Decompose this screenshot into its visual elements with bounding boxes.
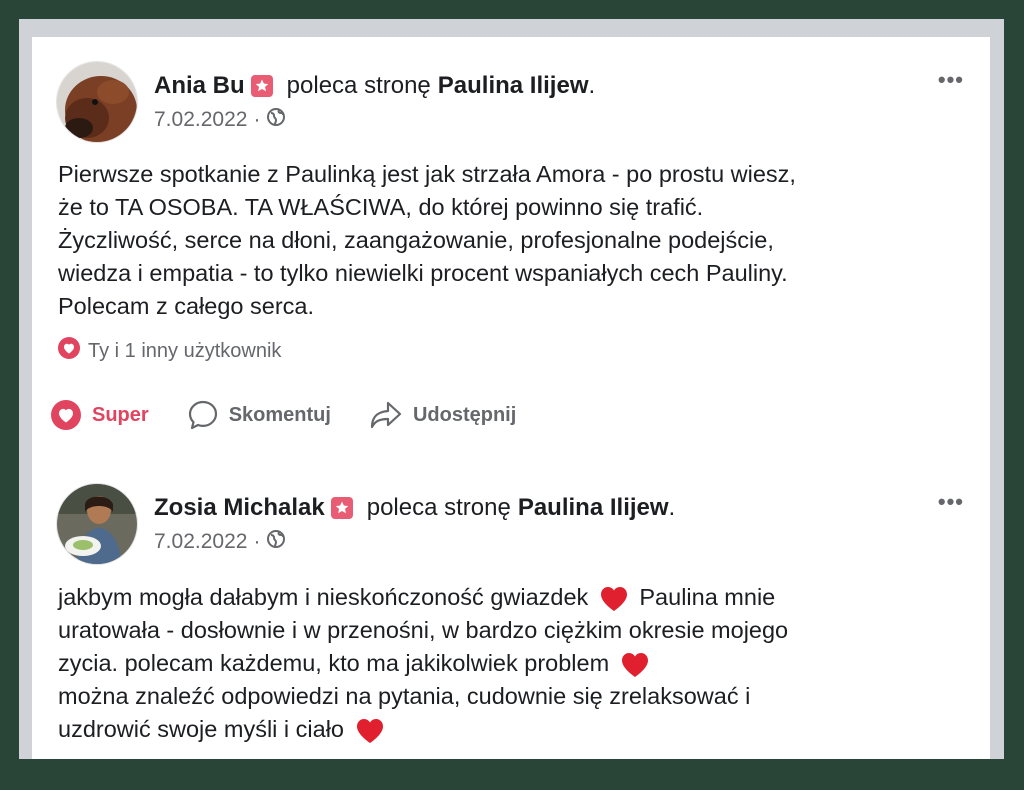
post-line: uzdrowić swoje myśli i ciało	[58, 713, 968, 746]
post-header: Zosia Michalak poleca stronę Paulina Ili…	[154, 494, 675, 522]
globe-icon	[266, 529, 286, 555]
comment-label: Skomentuj	[228, 403, 331, 426]
post-card: Zosia Michalak poleca stronę Paulina Ili…	[32, 459, 990, 759]
share-label: Udostępnij	[412, 403, 517, 426]
page-name[interactable]: Paulina Ilijew	[438, 72, 589, 100]
meta-separator: ·	[253, 108, 261, 131]
post-line: że to TA OSOBA. TA WŁAŚCIWA, do której p…	[58, 194, 704, 220]
post-line-segment: jakbym mogła dałabym i nieskończoność gw…	[58, 584, 589, 610]
recommend-star-icon	[330, 497, 353, 519]
reactions-summary[interactable]: Ty i 1 inny użytkownik	[58, 337, 281, 365]
screenshot-frame: Ania Bu poleca stronę Paulina Ilijew. 7.…	[19, 19, 1004, 759]
post-meta: 7.02.2022 ·	[154, 529, 286, 555]
avatar[interactable]	[56, 483, 138, 565]
page-name[interactable]: Paulina Ilijew	[518, 494, 669, 522]
post-line: jakbym mogła dałabym i nieskończoność gw…	[58, 581, 968, 614]
more-options-icon[interactable]: •••	[938, 489, 964, 515]
post-line: uratowała - dosłownie i w przenośni, w b…	[58, 617, 789, 643]
header-period: .	[668, 494, 676, 521]
avatar[interactable]	[56, 61, 138, 143]
post-line: Życzliwość, serce na dłoni, zaangażowani…	[58, 227, 774, 253]
post-date[interactable]: 7.02.2022	[154, 530, 247, 554]
post-date[interactable]: 7.02.2022	[154, 108, 247, 132]
post-text: Pierwsze spotkanie z Paulinką jest jak s…	[58, 158, 968, 323]
red-heart-emoji-icon	[600, 586, 627, 611]
post-line-segment: zycia. polecam każdemu, kto ma jakikolwi…	[58, 650, 610, 676]
action-text: poleca stronę	[286, 72, 431, 99]
post-line: Polecam z całego serca.	[58, 293, 315, 319]
love-reaction-icon	[58, 337, 80, 365]
heart-icon	[51, 400, 81, 430]
action-text: poleca stronę	[366, 494, 511, 521]
post-actions: Super Skomentuj Udostępnij	[50, 399, 554, 431]
red-heart-emoji-icon	[356, 718, 383, 743]
post-text: jakbym mogła dałabym i nieskończoność gw…	[58, 581, 968, 746]
post-line: można znaleźć odpowiedzi na pytania, cud…	[58, 683, 751, 709]
post-line-segment: uzdrowić swoje myśli i ciało	[58, 716, 344, 742]
share-icon	[370, 401, 402, 429]
post-card: Ania Bu poleca stronę Paulina Ilijew. 7.…	[32, 37, 990, 461]
globe-icon	[266, 107, 286, 133]
post-header: Ania Bu poleca stronę Paulina Ilijew.	[154, 72, 595, 100]
post-line: zycia. polecam każdemu, kto ma jakikolwi…	[58, 647, 968, 680]
recommend-star-icon	[250, 75, 273, 97]
header-period: .	[588, 72, 596, 99]
more-options-icon[interactable]: •••	[938, 67, 964, 93]
red-heart-emoji-icon	[621, 652, 648, 677]
post-line: Pierwsze spotkanie z Paulinką jest jak s…	[58, 161, 796, 187]
meta-separator: ·	[253, 530, 261, 553]
author-name[interactable]: Ania Bu	[154, 72, 245, 100]
super-label: Super	[92, 403, 149, 426]
reactions-text: Ty i 1 inny użytkownik	[88, 339, 282, 362]
comment-button[interactable]: Skomentuj	[187, 399, 331, 431]
comment-icon	[188, 400, 217, 430]
post-meta: 7.02.2022 ·	[154, 107, 286, 133]
post-line: wiedza i empatia - to tylko niewielki pr…	[58, 260, 788, 286]
share-button[interactable]: Udostępnij	[369, 399, 516, 431]
super-button[interactable]: Super	[50, 399, 149, 431]
author-name[interactable]: Zosia Michalak	[154, 494, 325, 522]
post-line-segment: Paulina mnie	[639, 584, 776, 610]
